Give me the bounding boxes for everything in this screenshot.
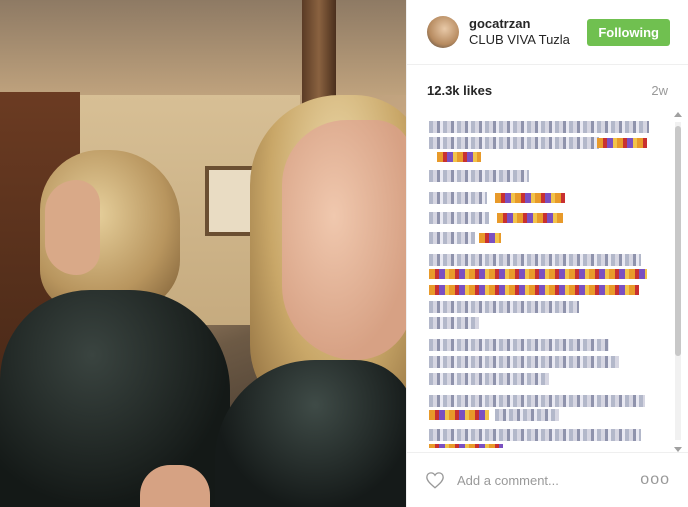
comment-bar: Add a comment... ooo [407, 452, 688, 507]
pixelated-comment-text [429, 395, 645, 407]
post-time[interactable]: 2w [651, 83, 668, 98]
scroll-thumb[interactable] [675, 126, 681, 356]
likes-count[interactable]: 12.3k likes [427, 83, 492, 98]
pixelated-emoji-row [497, 213, 563, 223]
avatar[interactable] [427, 16, 459, 48]
scroll-up-arrow-icon[interactable] [674, 112, 682, 117]
heart-outline-icon[interactable] [425, 471, 445, 489]
post-sidebar: gocatrzan CLUB VIVA Tuzla Following 12.3… [406, 0, 688, 507]
location-link[interactable]: CLUB VIVA Tuzla [469, 32, 570, 48]
pixelated-comment-text [429, 373, 549, 385]
pixelated-comment-text [429, 232, 475, 244]
pixelated-comment-text [429, 137, 599, 149]
pixelated-emoji-row [429, 269, 647, 279]
add-comment-input[interactable]: Add a comment... [457, 473, 559, 488]
pixelated-comment-text [429, 192, 487, 204]
pixelated-emoji-row [437, 152, 481, 162]
pixelated-comment-text [429, 356, 619, 368]
comments-list[interactable] [427, 118, 667, 448]
more-options-icon[interactable]: ooo [640, 471, 670, 489]
photo-hand [140, 465, 210, 507]
pixelated-comment-text [429, 170, 529, 182]
pixelated-comment-text [495, 409, 559, 421]
photo-ceiling [0, 0, 406, 95]
pixelated-emoji-row [429, 444, 503, 448]
pixelated-comment-text [429, 254, 641, 266]
pixelated-comment-text [429, 429, 641, 441]
post-photo[interactable] [0, 0, 406, 507]
photo-person-body [215, 360, 406, 507]
following-button[interactable]: Following [587, 18, 670, 46]
instagram-post: gocatrzan CLUB VIVA Tuzla Following 12.3… [0, 0, 688, 507]
user-info: gocatrzan CLUB VIVA Tuzla [469, 16, 570, 48]
post-header: gocatrzan CLUB VIVA Tuzla Following [407, 0, 688, 65]
pixelated-comment-text [429, 212, 489, 224]
username-link[interactable]: gocatrzan [469, 16, 570, 32]
pixelated-comment-text [429, 301, 579, 313]
pixelated-comment-text [429, 317, 479, 329]
post-stats: 12.3k likes 2w [407, 65, 688, 115]
pixelated-emoji-row [429, 410, 489, 420]
pixelated-comment-text [429, 339, 609, 351]
pixelated-emoji-row [479, 233, 501, 243]
photo-reflection-face [45, 180, 100, 275]
comments-scrollbar[interactable] [674, 112, 682, 452]
pixelated-emoji-row [597, 138, 647, 148]
photo-person-face [282, 120, 406, 360]
pixelated-emoji-row [429, 285, 639, 295]
pixelated-comment-text [429, 121, 649, 133]
pixelated-emoji-row [495, 193, 565, 203]
